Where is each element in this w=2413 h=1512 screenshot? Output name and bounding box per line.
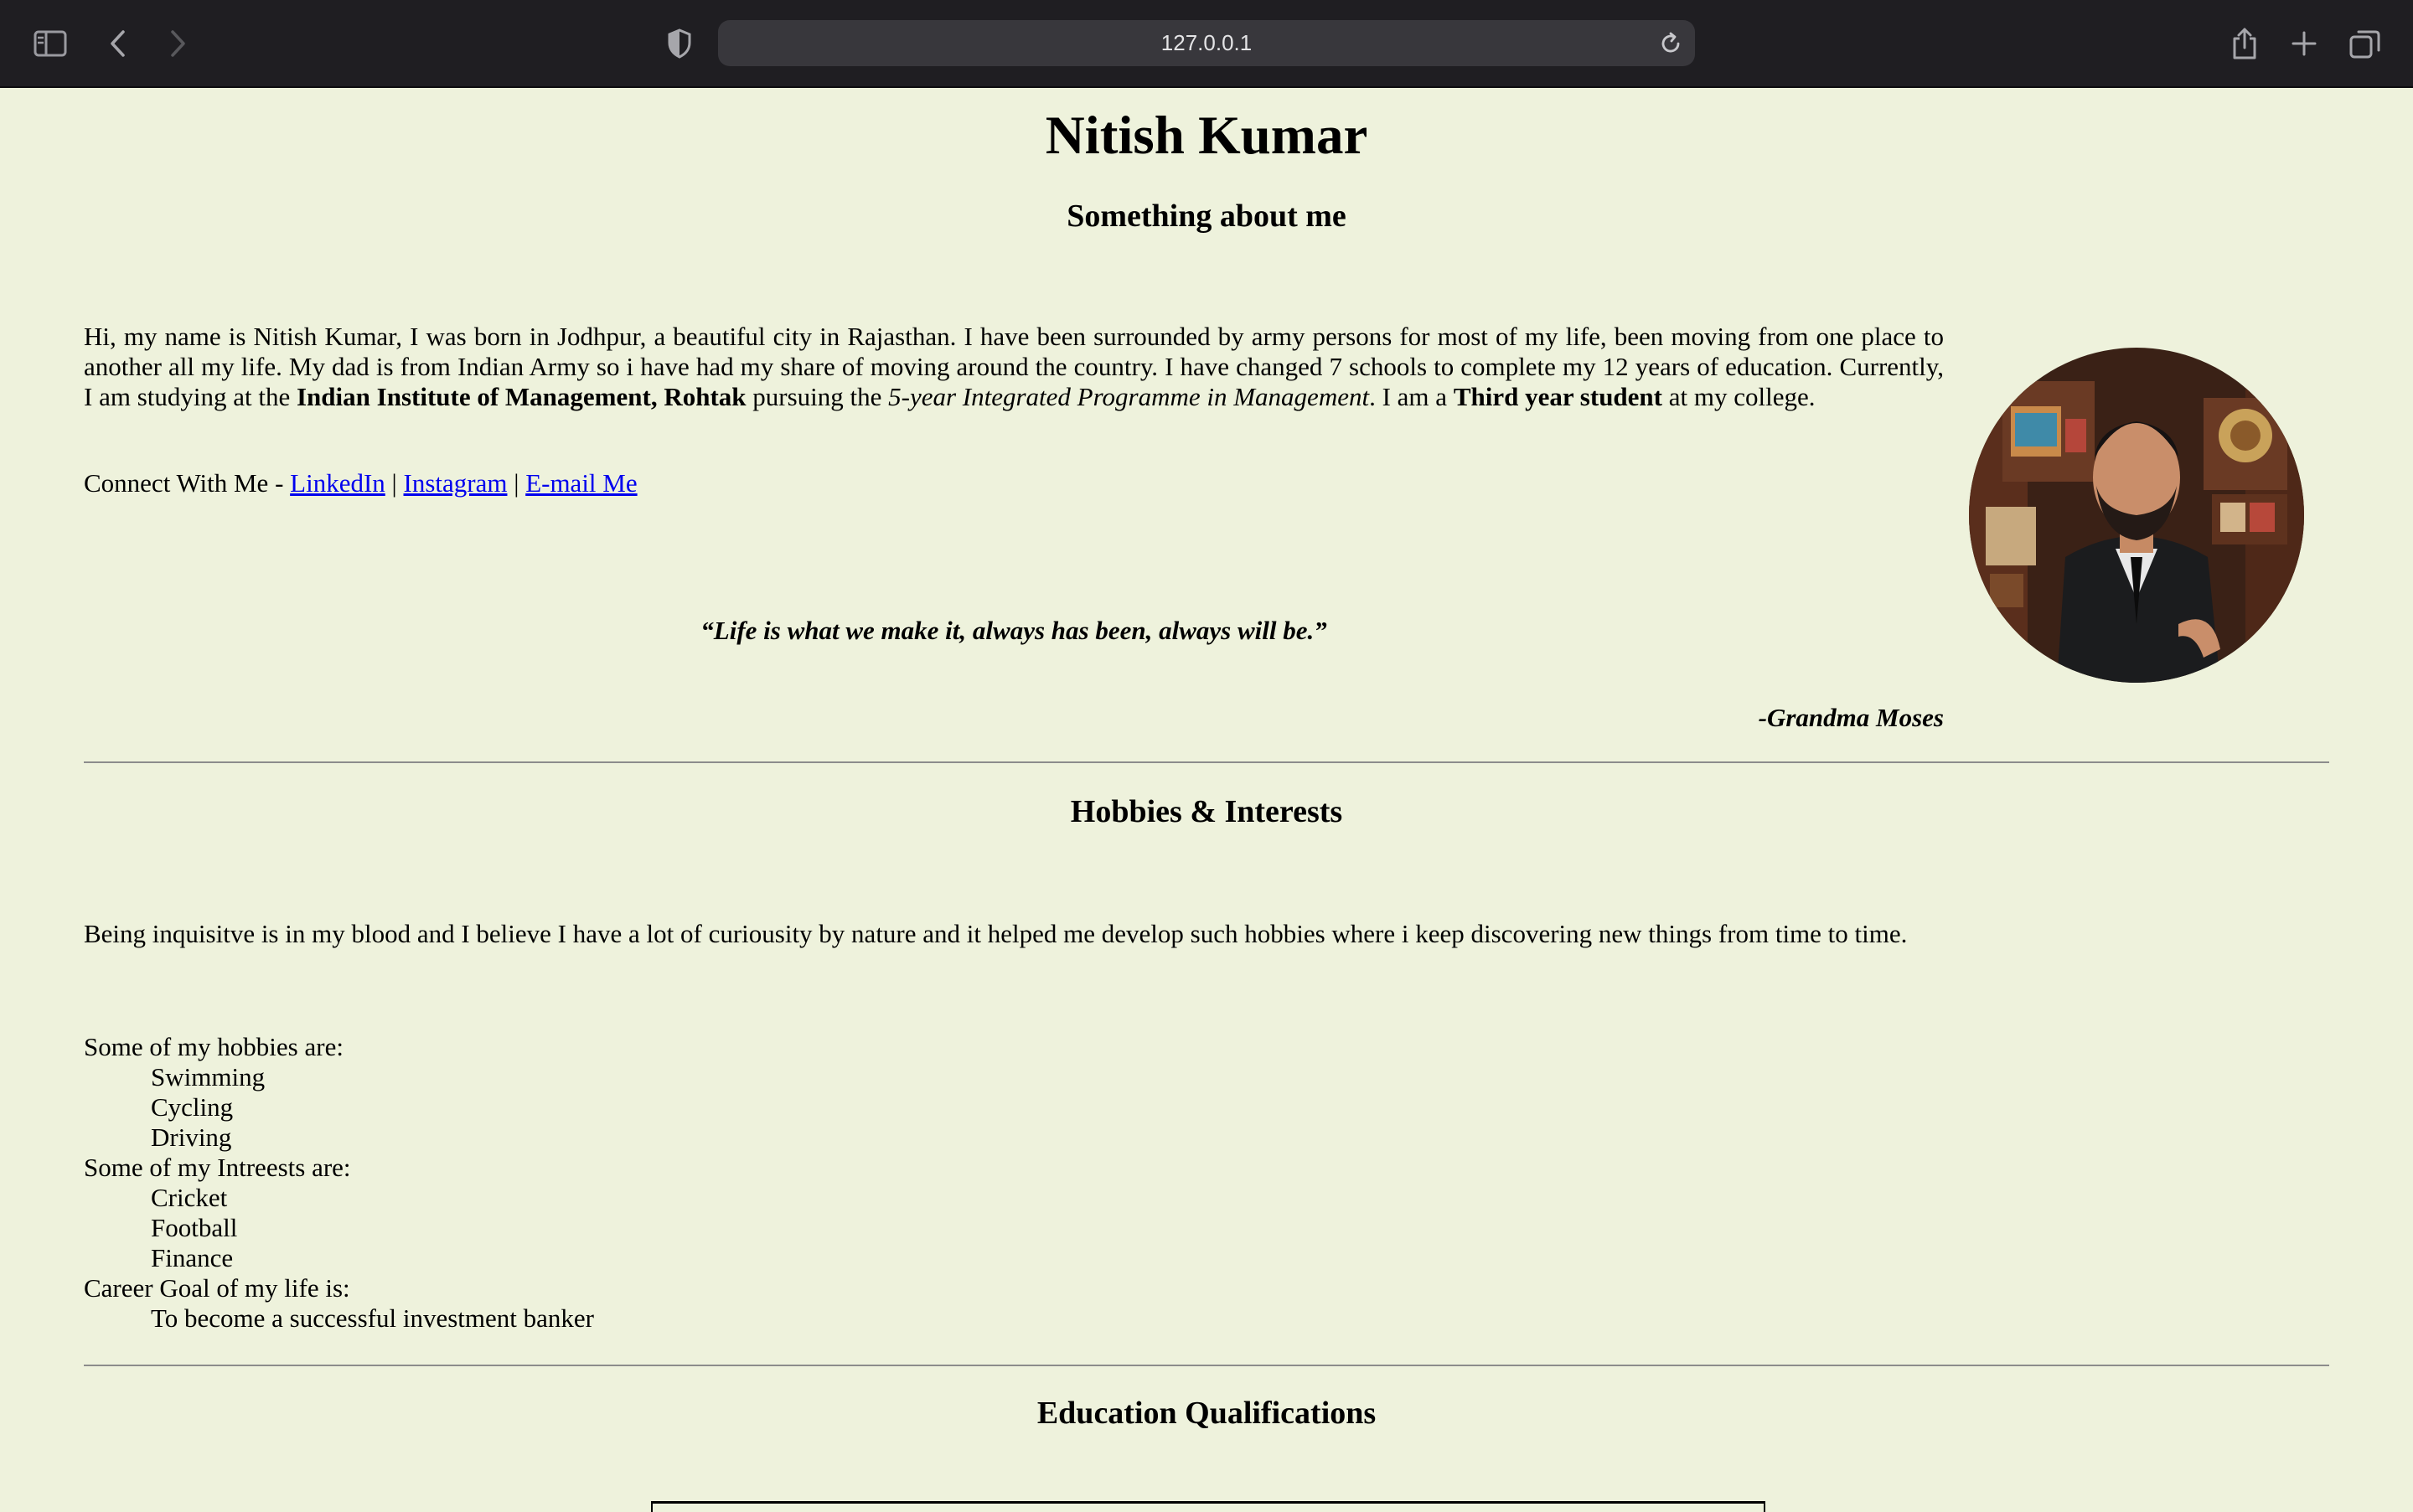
shield-icon[interactable] — [658, 22, 701, 65]
hobbies-label: Some of my hobbies are: — [84, 1032, 344, 1061]
page-content: Nitish Kumar Something about me Hi, my n… — [0, 88, 2413, 1512]
connect-prefix: Connect With Me - — [84, 468, 291, 498]
email-link[interactable]: E-mail Me — [525, 468, 637, 498]
list-item-hobby: Cycling — [151, 1092, 234, 1122]
education-table — [651, 1501, 1765, 1512]
profile-photo — [1969, 348, 2304, 683]
page-title: Nitish Kumar — [1045, 106, 1368, 166]
link-separator: | — [507, 468, 526, 498]
education-heading: Education Qualifications — [1036, 1396, 1377, 1431]
quote-author: -Grandma Moses — [1758, 703, 1944, 732]
instagram-link[interactable]: Instagram — [404, 468, 508, 498]
section-divider — [84, 761, 2329, 763]
interests-label: Some of my Intreests are: — [84, 1153, 351, 1182]
list-item-hobby: Swimming — [151, 1062, 266, 1091]
institute-name: Indian Institute of Management, Rohtak — [296, 382, 747, 411]
connect-line: Connect With Me - LinkedIn | Instagram |… — [84, 467, 638, 500]
reload-icon[interactable] — [1658, 31, 1683, 56]
list-item-interest: Cricket — [151, 1183, 228, 1212]
url-text[interactable]: 127.0.0.1 — [718, 20, 1695, 66]
list-item-interest: Finance — [151, 1243, 234, 1272]
career-label: Career Goal of my life is: — [84, 1273, 350, 1303]
plus-icon[interactable] — [2282, 22, 2326, 65]
list-item-interest: Football — [151, 1213, 238, 1242]
tabs-overview-icon[interactable] — [2343, 22, 2387, 65]
hobbies-heading: Hobbies & Interests — [1070, 794, 1343, 829]
programme-name: 5-year Integrated Programme in Managemen… — [888, 382, 1370, 411]
hobbies-intro: Being inquisitve is in my blood and I be… — [84, 919, 1908, 948]
about-text-2: pursuing the — [746, 382, 889, 411]
linkedin-link[interactable]: LinkedIn — [290, 468, 385, 498]
about-heading: Something about me — [1067, 199, 1346, 234]
chevron-right-icon[interactable] — [156, 22, 199, 65]
chevron-left-icon[interactable] — [96, 22, 140, 65]
about-text-4: at my college. — [1662, 382, 1816, 411]
address-bar[interactable]: 127.0.0.1 — [718, 20, 1695, 66]
quote-text: “Life is what we make it, always has bee… — [700, 616, 1327, 645]
about-paragraph: Hi, my name is Nitish Kumar, I was born … — [84, 322, 1944, 412]
link-separator: | — [385, 468, 404, 498]
about-text-3: . I am a — [1369, 382, 1454, 411]
year-of-study: Third year student — [1453, 382, 1662, 411]
browser-toolbar: 127.0.0.1 — [0, 0, 2413, 88]
section-divider — [84, 1365, 2329, 1366]
career-goal: To become a successful investment banker — [151, 1303, 594, 1333]
share-icon[interactable] — [2223, 22, 2266, 65]
list-item-hobby: Driving — [151, 1122, 232, 1152]
sidebar-icon[interactable] — [28, 22, 72, 65]
